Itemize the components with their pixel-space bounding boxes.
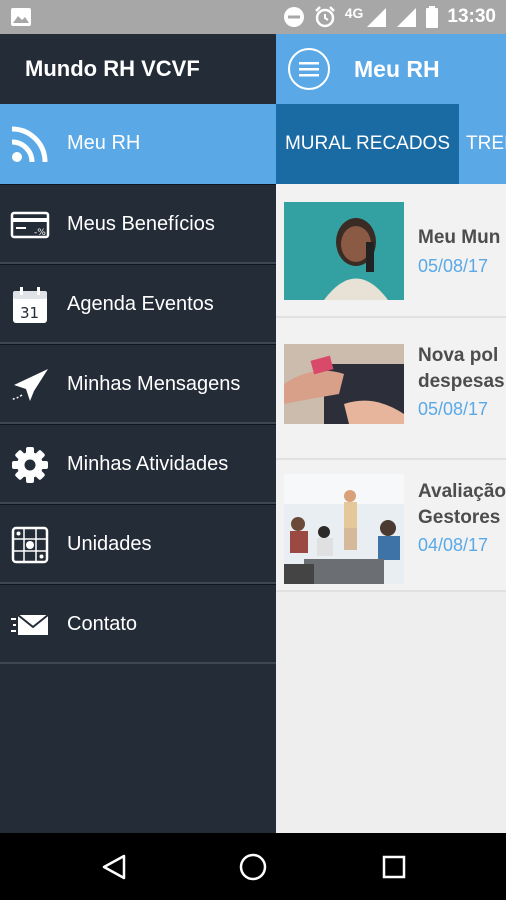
home-button[interactable]: [235, 849, 271, 885]
system-nav-bar: [0, 833, 506, 900]
drawer-title: Mundo RH VCVF: [25, 56, 200, 81]
item-date: 05/08/17: [418, 399, 489, 419]
menu-label: Minhas Mensagens: [67, 373, 241, 395]
calendar-day-text: 31: [20, 304, 39, 322]
status-bar: 4G 13:30: [0, 0, 506, 34]
recents-icon: [382, 855, 406, 879]
menu-label: Contato: [67, 613, 138, 635]
recents-button[interactable]: [376, 849, 412, 885]
calendar-icon: 31: [10, 285, 50, 325]
menu-item-minhas-atividades[interactable]: Minhas Atividades: [0, 424, 276, 504]
menu-item-contato[interactable]: Contato: [0, 584, 276, 664]
navigation-drawer: Mundo RH VCVF Meu RH -% Meus Benefícios: [0, 34, 276, 833]
status-time: 13:30: [447, 6, 496, 27]
page-title: Meu RH: [354, 56, 440, 82]
menu-item-meu-rh[interactable]: Meu RH: [0, 104, 276, 184]
wallet-money-photo: [284, 344, 404, 424]
list-item[interactable]: Nova pol despesas 05/08/17: [276, 318, 506, 460]
tab-mural-recados[interactable]: MURAL RECADOS: [276, 104, 459, 184]
envelope-icon: [10, 605, 50, 645]
back-button[interactable]: [96, 849, 132, 885]
unit-grid-icon: [10, 525, 50, 565]
item-title: Meu Mun: [418, 227, 501, 248]
item-date: 05/08/17: [418, 256, 489, 276]
signal-icon: [397, 8, 417, 27]
menu-item-agenda-eventos[interactable]: 31 Agenda Eventos: [0, 264, 276, 344]
menu-item-minhas-mensagens[interactable]: Minhas Mensagens: [0, 344, 276, 424]
network-type-label: 4G: [344, 5, 364, 21]
meeting-photo: [284, 474, 404, 584]
back-icon: [102, 854, 126, 880]
list-item[interactable]: Avaliação Gestores 04/08/17: [276, 460, 506, 592]
feed-list: Meu Mun 05/08/17 Nova pol despesas 05/08…: [276, 184, 506, 592]
alarm-icon: [314, 6, 335, 28]
gear-icon: [10, 445, 50, 485]
battery-icon: [426, 6, 439, 28]
paper-plane-icon: [10, 365, 50, 405]
item-date: 04/08/17: [418, 535, 489, 555]
hamburger-icon: [299, 62, 319, 77]
drawer-header: Mundo RH VCVF: [0, 34, 276, 104]
image-icon: [11, 8, 31, 26]
menu-item-unidades[interactable]: Unidades: [0, 504, 276, 584]
list-item[interactable]: Meu Mun 05/08/17: [276, 184, 506, 318]
menu-label: Agenda Eventos: [67, 293, 214, 315]
item-title: Nova pol: [418, 345, 499, 366]
tab-treinamentos[interactable]: TREI: [462, 104, 506, 184]
do-not-disturb-icon: [283, 7, 304, 27]
menu-label: Meus Benefícios: [67, 213, 215, 235]
item-title: despesas: [418, 371, 505, 392]
tabs-bar: MURAL RECADOS TREI: [276, 104, 506, 184]
menu-label: Meu RH: [67, 132, 141, 154]
menu-label: Minhas Atividades: [67, 453, 229, 475]
home-icon: [239, 853, 267, 881]
item-title: Avaliação: [418, 481, 506, 502]
rss-icon: [10, 124, 50, 164]
card-icon: -%: [10, 205, 50, 245]
signal-icon: [367, 8, 387, 27]
svg-text:-%: -%: [34, 228, 46, 238]
menu-label: Unidades: [67, 533, 152, 555]
app-bar: Meu RH: [276, 34, 506, 104]
menu-button[interactable]: [288, 48, 330, 90]
woman-phone-photo: [284, 202, 404, 300]
item-title: Gestores: [418, 507, 501, 528]
menu-item-meus-beneficios[interactable]: -% Meus Benefícios: [0, 184, 276, 264]
